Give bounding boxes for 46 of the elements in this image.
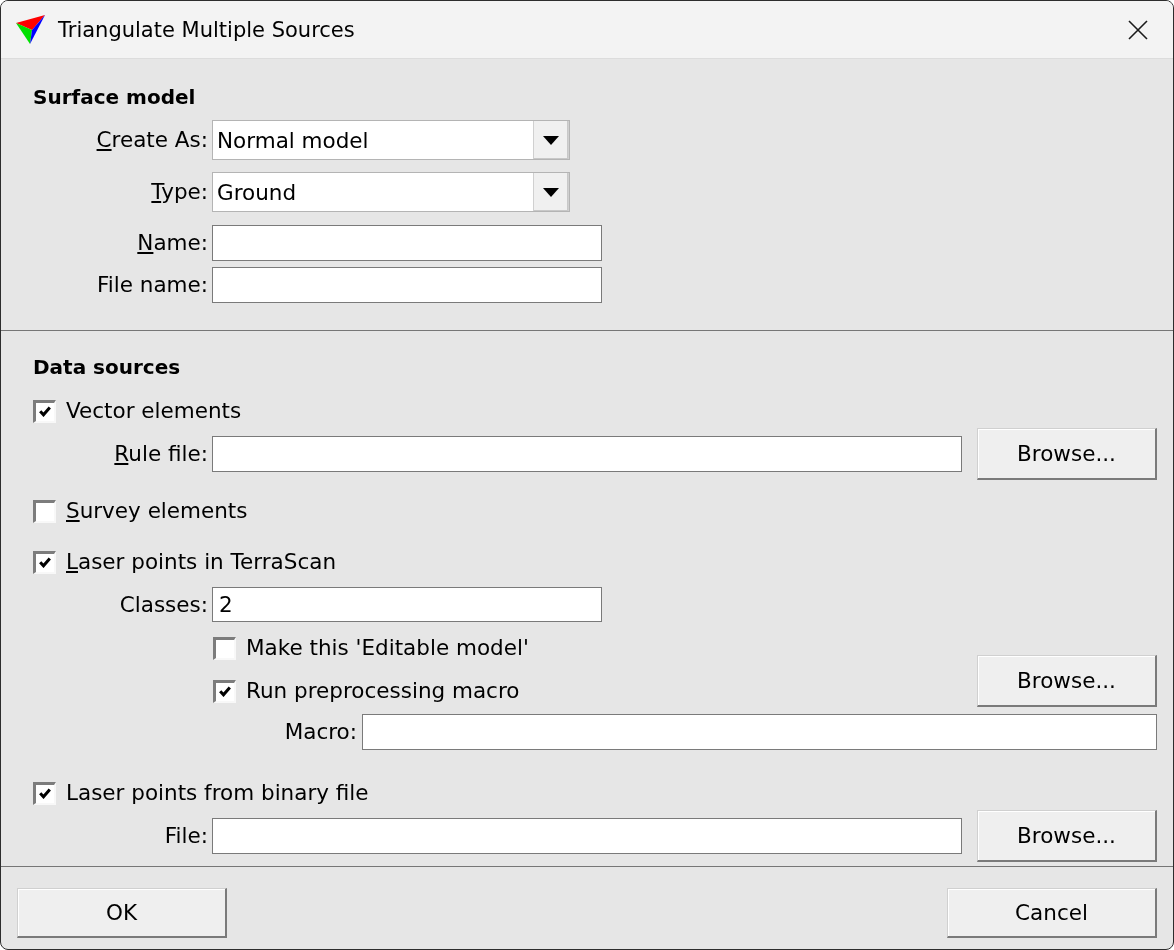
window-title: Triangulate Multiple Sources: [58, 17, 355, 42]
dropdown[interactable]: Normal model: [212, 120, 570, 160]
checkbox-label: Laser points from binary file: [66, 780, 369, 806]
dropdown-button[interactable]: [533, 173, 569, 211]
checkbox[interactable]: [33, 499, 56, 523]
checkmark-icon: [39, 788, 51, 799]
field-label: Name:: [137, 230, 208, 256]
text-field[interactable]: [212, 267, 602, 303]
checkbox-label: Laser points in TerraScan: [66, 549, 337, 575]
text-field[interactable]: [362, 714, 1157, 750]
checkbox[interactable]: [213, 679, 236, 703]
close-icon: [1128, 19, 1148, 40]
section-heading: Data sources: [33, 354, 181, 380]
text-field[interactable]: 2: [212, 587, 602, 622]
ok-button[interactable]: OK: [17, 888, 227, 938]
caret-icon: [543, 187, 559, 197]
checkbox[interactable]: [33, 781, 56, 805]
field-label: Create As:: [96, 127, 208, 153]
text-field[interactable]: [212, 225, 602, 261]
checkbox-label: Make this 'Editable model': [246, 635, 529, 661]
field-label: Type:: [151, 179, 208, 205]
dropdown[interactable]: Ground: [212, 172, 570, 212]
checkmark-icon: [219, 686, 231, 697]
text-field[interactable]: [212, 436, 962, 472]
checkbox[interactable]: [213, 636, 236, 660]
checkbox-label: Run preprocessing macro: [246, 678, 520, 704]
section-heading: Surface model: [33, 84, 196, 110]
browse-button[interactable]: Browse...: [977, 810, 1157, 862]
field-label: File:: [164, 823, 208, 849]
browse-button[interactable]: Browse...: [977, 428, 1157, 480]
checkbox[interactable]: [33, 399, 56, 423]
checkbox[interactable]: [33, 550, 56, 574]
triangle-icon: [16, 14, 46, 45]
field-label: File name:: [96, 272, 208, 298]
browse-button[interactable]: Browse...: [977, 655, 1157, 707]
field-label: Macro:: [284, 719, 357, 745]
cancel-button[interactable]: Cancel: [947, 888, 1157, 938]
dropdown-button[interactable]: [533, 121, 569, 159]
caret-icon: [543, 135, 559, 145]
checkmark-icon: [39, 557, 51, 568]
checkbox-label: Vector elements: [66, 398, 242, 424]
text-field[interactable]: [212, 818, 962, 854]
field-label: Classes:: [119, 591, 208, 618]
checkmark-icon: [39, 406, 51, 417]
checkbox-label: Survey elements: [66, 498, 248, 524]
field-label: Rule file:: [114, 441, 208, 467]
